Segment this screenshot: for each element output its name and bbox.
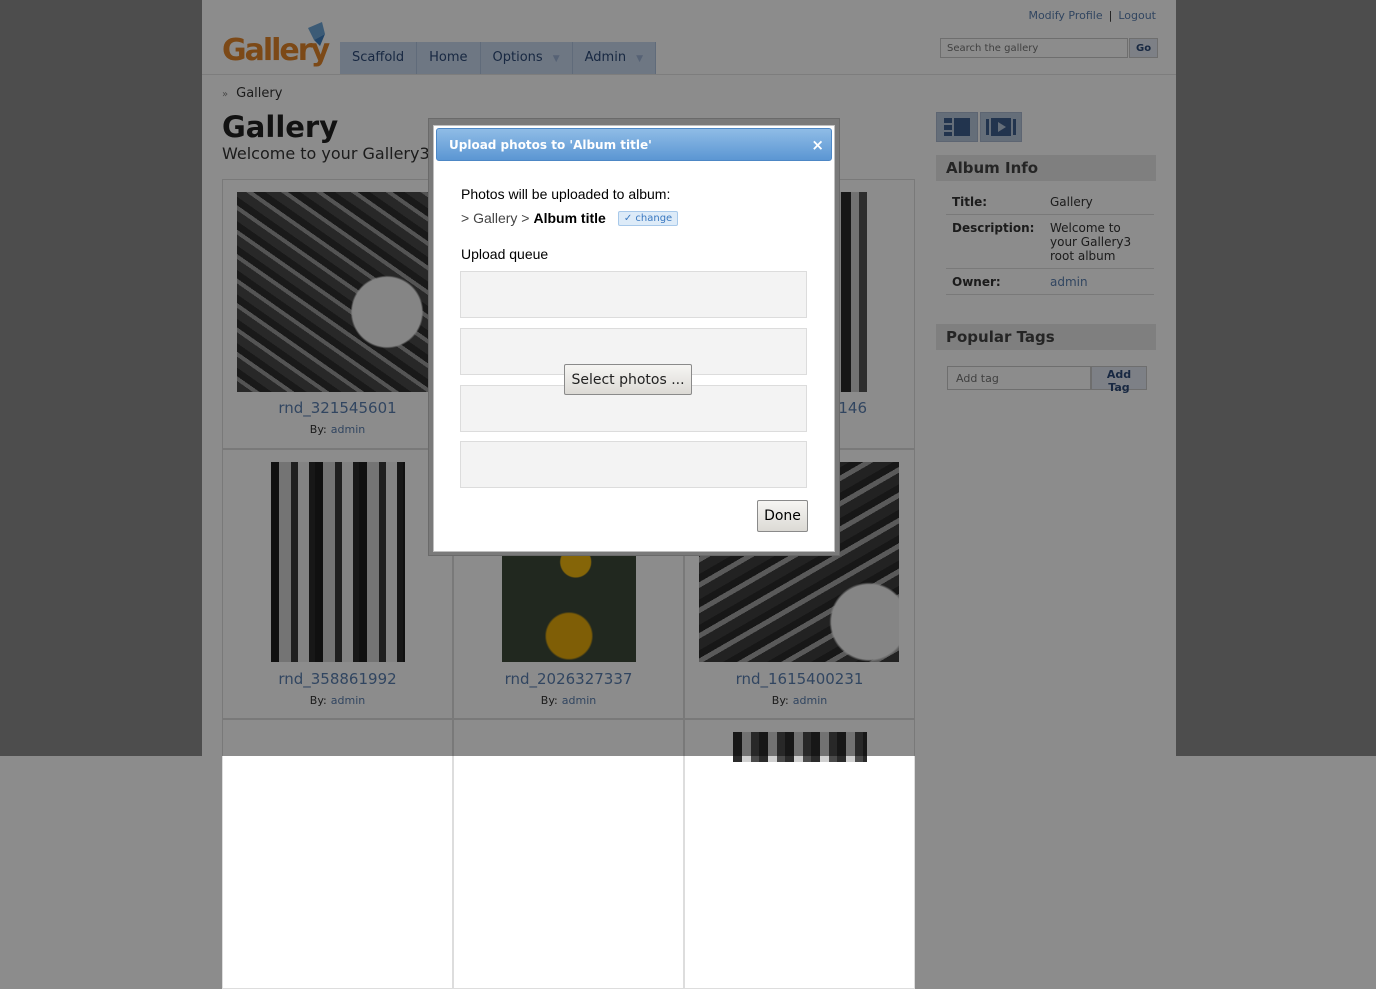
select-photos-button[interactable]: Select photos ... [564,364,692,395]
grid-item[interactable] [453,719,684,989]
close-icon[interactable]: × [811,129,824,162]
upload-queue-slot [460,441,807,488]
upload-destination-label: Photos will be uploaded to album: [461,186,671,202]
album-crumb: > Gallery > Album title ✓ change [461,210,679,226]
upload-queue-label: Upload queue [461,246,549,262]
upload-dialog: Upload photos to 'Album title' × Photos … [433,125,835,552]
dialog-titlebar[interactable]: Upload photos to 'Album title' × [436,128,832,161]
grid-item[interactable] [222,719,453,989]
change-album-button[interactable]: ✓ change [617,211,679,226]
done-button[interactable]: Done [757,500,808,532]
grid-item[interactable] [684,719,915,989]
dialog-title: Upload photos to 'Album title' [449,138,652,152]
upload-queue-slot [460,271,807,318]
album-name: Album title [533,210,606,226]
